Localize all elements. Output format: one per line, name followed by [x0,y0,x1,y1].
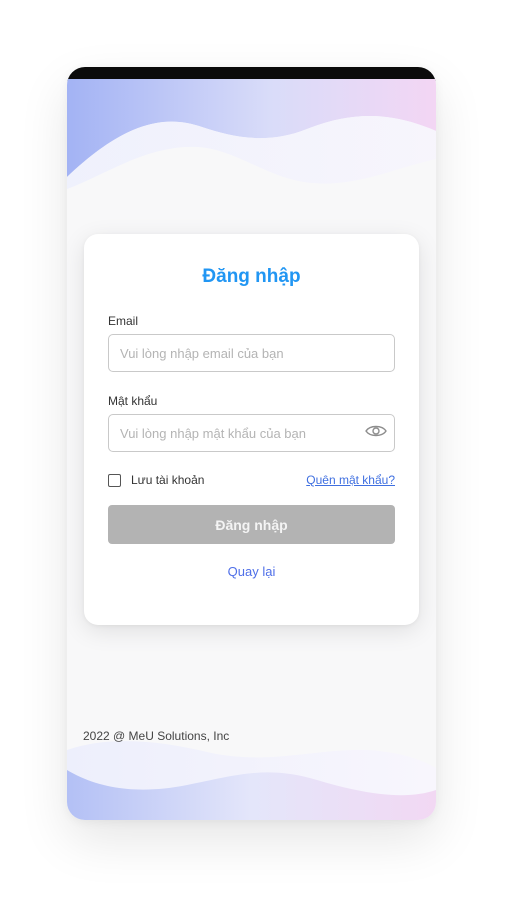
back-link[interactable]: Quay lại [67,564,436,579]
remember-label: Lưu tài khoản [131,473,205,487]
top-wave-decoration [67,79,436,189]
phone-frame: Đăng nhập Email Mật khẩu Lưu tài khoản Q… [67,67,436,820]
remember-checkbox[interactable] [108,474,121,487]
email-label: Email [108,314,139,328]
bottom-wave-decoration [67,741,436,820]
eye-icon[interactable] [365,424,387,438]
screen: Đăng nhập Email Mật khẩu Lưu tài khoản Q… [0,0,515,900]
forgot-password-link[interactable]: Quên mật khẩu? [306,473,395,487]
password-field[interactable] [108,414,395,452]
page-title: Đăng nhập [202,266,301,287]
password-label: Mật khẩu [108,394,158,408]
login-button[interactable]: Đăng nhập [108,505,395,544]
email-field[interactable] [108,334,395,372]
copyright-text: 2022 @ MeU Solutions, Inc [83,729,230,743]
